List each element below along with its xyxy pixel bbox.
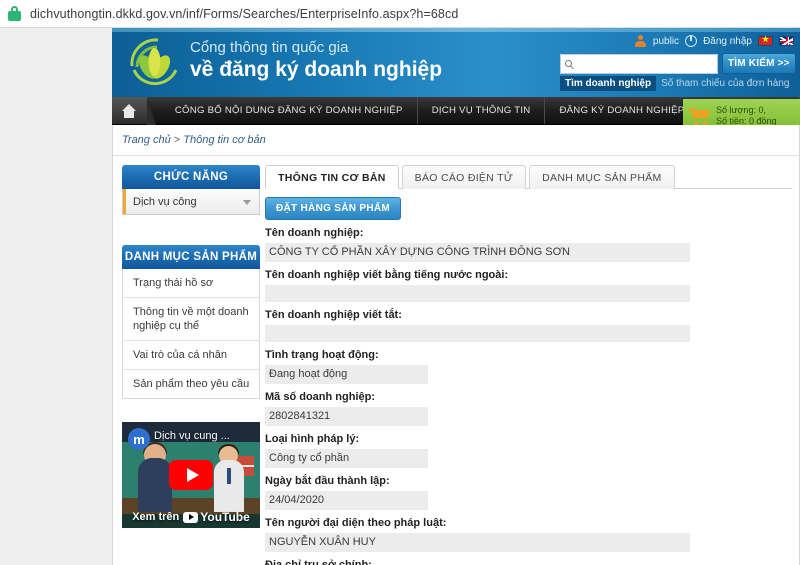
field-label: Địa chỉ trụ sở chính: [265, 559, 372, 565]
youtube-watch-bar[interactable]: Xem trên YouTube [122, 510, 260, 524]
site-title-line1: Cổng thông tin quốc gia [190, 39, 349, 56]
nav-item-info-service[interactable]: DỊCH VỤ THÔNG TIN [418, 97, 546, 124]
field-foreign-name: Tên doanh nghiệp viết bằng tiếng nước ng… [265, 268, 792, 302]
field-establishment-date: Ngày bắt đầu thành lập: 24/04/2020 [265, 474, 792, 510]
video-channel-avatar: m [128, 428, 150, 450]
sidebar: CHỨC NĂNG Dịch vụ công DANH MỤC SẢN PHẨM… [122, 165, 260, 399]
field-legal-representative: Tên người đại diện theo pháp luật: NGUYỄ… [265, 516, 792, 552]
cart-text: Số lượng: 0, Số tiền: 0 đồng [716, 105, 777, 127]
uk-flag-icon[interactable] [779, 36, 794, 46]
sidebar-item-specific-enterprise[interactable]: Thông tin về một doanh nghiệp cụ thể [123, 298, 259, 341]
field-label: Loại hình pháp lý: [265, 433, 360, 445]
search-button[interactable]: TÌM KIẾM >> [721, 53, 796, 74]
field-enterprise-name: Tên doanh nghiệp: CÔNG TY CỔ PHẦN XÂY DỰ… [265, 226, 792, 262]
sidebar-item-custom-product[interactable]: Sản phẩm theo yêu cầu [123, 370, 259, 398]
home-icon [121, 103, 137, 118]
video-person-left [138, 458, 172, 512]
video-thumbnail[interactable]: m Dịch vụ cung ... Xem trên YouTube [122, 422, 260, 528]
field-abbreviated-name: Tên doanh nghiệp viết tắt: [265, 308, 792, 342]
breadcrumb-home[interactable]: Trang chủ [122, 134, 171, 146]
user-icon [635, 35, 647, 47]
cart-quantity: Số lượng: 0, [716, 105, 766, 115]
functions-panel-title: CHỨC NĂNG [122, 165, 260, 189]
nav-home-button[interactable] [112, 97, 156, 125]
lock-icon [8, 6, 21, 21]
browser-url-bar[interactable]: dichvuthongtin.dkkd.gov.vn/inf/Forms/Sea… [0, 0, 800, 28]
field-value: 2802841321 [265, 407, 428, 426]
youtube-label: YouTube [200, 510, 250, 524]
field-legal-type: Loại hình pháp lý: Công ty cổ phần [265, 432, 792, 468]
youtube-logo-icon: YouTube [183, 510, 250, 524]
content-frame: Trang chủ > Thông tin cơ bản CHỨC NĂNG D… [112, 125, 800, 565]
tab-product-catalog[interactable]: DANH MỤC SẢN PHẨM [529, 165, 675, 189]
order-product-button[interactable]: ĐẶT HÀNG SẢN PHẨM [265, 197, 401, 220]
video-title: Dịch vụ cung ... [154, 430, 230, 442]
field-operating-status: Tình trạng hoạt động: Đang hoạt động [265, 348, 792, 384]
account-row: public Đăng nhập [635, 32, 794, 50]
magnifier-icon [565, 60, 572, 67]
search-tab-order-ref[interactable]: Số tham chiếu của đơn hàng [656, 76, 794, 91]
field-label: Tên doanh nghiệp viết tắt: [265, 309, 402, 321]
sidebar-item-individual-role[interactable]: Vai trò của cá nhân [123, 341, 259, 370]
page-root: dichvuthongtin.dkkd.gov.vn/inf/Forms/Sea… [0, 0, 800, 565]
breadcrumb: Trang chủ > Thông tin cơ bản [122, 134, 266, 146]
header-search: TÌM KIẾM >> Tìm doanh nghiệp Số tham chi… [560, 53, 796, 91]
field-head-office-address: Địa chỉ trụ sở chính: Lô C20 MBQH 4761, … [265, 558, 792, 565]
field-label: Tên người đại diện theo pháp luật: [265, 517, 447, 529]
field-label: Tên doanh nghiệp viết bằng tiếng nước ng… [265, 269, 509, 281]
site-title-line2: về đăng ký doanh nghiệp [190, 58, 443, 81]
watch-on-label: Xem trên [132, 511, 180, 523]
site-logo-icon [124, 32, 186, 94]
field-value [265, 285, 690, 302]
url-text: dichvuthongtin.dkkd.gov.vn/inf/Forms/Sea… [30, 6, 459, 21]
field-value: 24/04/2020 [265, 491, 428, 510]
login-link[interactable]: Đăng nhập [703, 36, 752, 47]
field-enterprise-code: Mã số doanh nghiệp: 2802841321 [265, 390, 792, 426]
play-icon[interactable] [169, 460, 213, 490]
site-title: Cổng thông tin quốc gia về đăng ký doanh… [190, 38, 442, 83]
tab-basic-info[interactable]: THÔNG TIN CƠ BẢN [265, 165, 399, 189]
search-tab-enterprise[interactable]: Tìm doanh nghiệp [560, 76, 657, 91]
search-tabs: Tìm doanh nghiệp Số tham chiếu của đơn h… [560, 76, 796, 91]
products-menu: Trạng thái hồ sơ Thông tin về một doanh … [122, 269, 260, 399]
field-value: Công ty cổ phần [265, 449, 428, 468]
field-value: Đang hoạt động [265, 365, 428, 384]
search-input-wrapper[interactable] [560, 53, 718, 74]
field-label: Tình trạng hoạt động: [265, 349, 379, 361]
site-header: Cổng thông tin quốc gia về đăng ký doanh… [112, 28, 800, 97]
shopping-cart-icon [689, 107, 711, 125]
username-label: public [652, 35, 680, 47]
breadcrumb-divider [113, 155, 800, 156]
vietnam-flag-icon[interactable] [758, 34, 773, 46]
power-icon[interactable] [685, 35, 698, 47]
products-panel-title: DANH MỤC SẢN PHẨM [122, 245, 260, 269]
breadcrumb-separator: > [173, 134, 181, 146]
field-label: Mã số doanh nghiệp: [265, 391, 375, 403]
chevron-down-icon [243, 199, 251, 205]
video-person-right-tie [227, 468, 231, 484]
search-input[interactable] [575, 56, 713, 71]
content-tabs: THÔNG TIN CƠ BẢN BÁO CÁO ĐIỆN TỬ DANH MỤ… [265, 163, 792, 189]
main-content: THÔNG TIN CƠ BẢN BÁO CÁO ĐIỆN TỬ DANH MỤ… [265, 163, 792, 565]
sidebar-item-record-status[interactable]: Trạng thái hồ sơ [123, 269, 259, 298]
field-label: Tên doanh nghiệp: [265, 227, 364, 239]
field-value: CÔNG TY CỔ PHẦN XÂY DỰNG CÔNG TRÌNH ĐÔNG… [265, 243, 690, 262]
public-service-select-value: Dịch vụ công [133, 195, 197, 208]
tab-electronic-report[interactable]: BÁO CÁO ĐIỆN TỬ [401, 165, 527, 189]
nav-item-publication[interactable]: CÔNG BỐ NỘI DUNG ĐĂNG KÝ DOANH NGHIỆP [161, 97, 418, 124]
field-value: NGUYỄN XUÂN HUY [265, 533, 690, 552]
field-label: Ngày bắt đầu thành lập: [265, 475, 390, 487]
field-value [265, 325, 690, 342]
breadcrumb-current: Thông tin cơ bản [183, 134, 266, 146]
public-service-select[interactable]: Dịch vụ công [122, 189, 260, 215]
